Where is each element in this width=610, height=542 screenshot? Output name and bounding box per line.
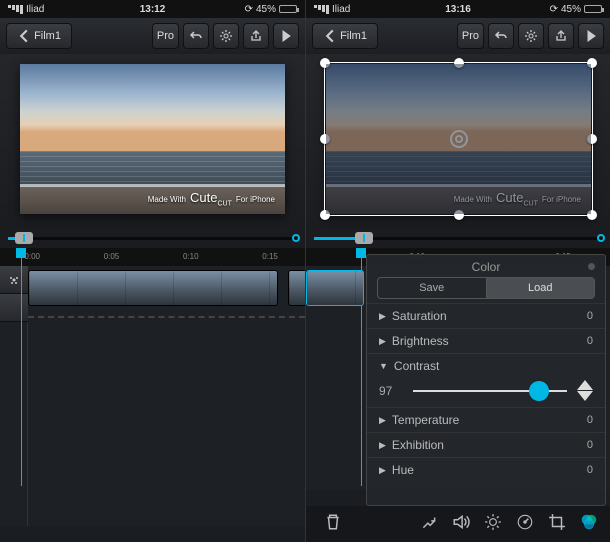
- battery-icon: [584, 5, 602, 13]
- top-toolbar: Film1 Pro: [306, 18, 610, 54]
- param-exhibition[interactable]: ▶Exhibition0: [367, 432, 605, 457]
- clip-2[interactable]: [288, 270, 305, 306]
- scrub-end[interactable]: [597, 234, 605, 242]
- reload-icon: ⟳: [550, 4, 558, 15]
- handle-tr[interactable]: [587, 58, 597, 68]
- clock: 13:12: [140, 4, 166, 15]
- speed-button[interactable]: [516, 513, 534, 536]
- play-button[interactable]: [273, 23, 299, 49]
- time-ruler[interactable]: 0:00 0:05 0:10 0:15: [0, 248, 305, 266]
- reload-icon: ⟳: [245, 4, 253, 15]
- add-track-button[interactable]: [0, 294, 28, 322]
- status-bar: Iliad 13:12 ⟳45%: [0, 0, 305, 18]
- preview-area: Made WithCuteCUTFor iPhone: [306, 54, 610, 228]
- param-brightness[interactable]: ▶Brightness0: [367, 328, 605, 353]
- contrast-slider[interactable]: [413, 390, 567, 392]
- color-panel: Color Save Load ▶Saturation0 ▶Brightness…: [366, 254, 606, 506]
- scrub-knob[interactable]: [355, 232, 373, 244]
- settings-button[interactable]: [518, 23, 544, 49]
- preview[interactable]: Made WithCuteCUTFor iPhone: [20, 64, 285, 214]
- carrier: Iliad: [332, 4, 350, 15]
- handle-tl[interactable]: [320, 58, 330, 68]
- settings-button[interactable]: [213, 23, 239, 49]
- back-button[interactable]: Film1: [6, 23, 72, 49]
- step-up[interactable]: [577, 380, 593, 390]
- clip-selected[interactable]: [306, 270, 364, 306]
- timeline: [0, 266, 305, 526]
- close-dot[interactable]: [588, 263, 595, 270]
- delete-button[interactable]: [324, 513, 342, 536]
- screen-right: Iliad 13:16 ⟳45% Film1 Pro Made WithCute…: [305, 0, 610, 542]
- panel-title: Color: [367, 255, 605, 277]
- handle-ml[interactable]: [320, 134, 330, 144]
- undo-button[interactable]: [488, 23, 514, 49]
- battery-pct: 45%: [256, 4, 276, 15]
- clock: 13:16: [445, 4, 471, 15]
- handle-bl[interactable]: [320, 210, 330, 220]
- preview-area: Made WithCuteCUTFor iPhone: [0, 54, 305, 228]
- battery-icon: [279, 5, 297, 13]
- back-button[interactable]: Film1: [312, 23, 378, 49]
- handle-mr[interactable]: [587, 134, 597, 144]
- scrub-end[interactable]: [292, 234, 300, 242]
- param-contrast[interactable]: ▼Contrast: [367, 353, 605, 378]
- contrast-value: 97: [379, 384, 403, 398]
- scrubber[interactable]: [0, 228, 305, 248]
- param-temperature[interactable]: ▶Temperature0: [367, 407, 605, 432]
- signal-icon: [8, 5, 23, 14]
- param-saturation[interactable]: ▶Saturation0: [367, 303, 605, 328]
- save-load-segment: Save Load: [377, 277, 595, 299]
- load-button[interactable]: Load: [486, 278, 595, 298]
- handle-bm[interactable]: [454, 210, 464, 220]
- watermark: Made WithCuteCUTFor iPhone: [454, 190, 581, 208]
- share-button[interactable]: [548, 23, 574, 49]
- media-browser-button[interactable]: [0, 266, 28, 294]
- handle-br[interactable]: [587, 210, 597, 220]
- screen-left: Iliad 13:12 ⟳45% Film1 Pro Made WithCute…: [0, 0, 305, 542]
- save-button[interactable]: Save: [378, 278, 486, 298]
- color-button[interactable]: [580, 513, 598, 536]
- step-down[interactable]: [577, 391, 593, 401]
- handle-tm[interactable]: [454, 58, 464, 68]
- crop-button[interactable]: [548, 513, 566, 536]
- carrier: Iliad: [26, 4, 44, 15]
- caret-right-icon: ▶: [379, 440, 386, 451]
- track-area[interactable]: [28, 266, 305, 526]
- contrast-slider-row: 97: [367, 378, 605, 407]
- top-toolbar: Film1 Pro: [0, 18, 305, 54]
- clip-1[interactable]: [28, 270, 278, 306]
- bottom-toolbar: [306, 506, 610, 542]
- share-button[interactable]: [243, 23, 269, 49]
- undo-button[interactable]: [183, 23, 209, 49]
- watermark: Made WithCuteCUTFor iPhone: [148, 190, 275, 208]
- slider-knob[interactable]: [529, 381, 549, 401]
- caret-right-icon: ▶: [379, 311, 386, 322]
- battery-pct: 45%: [561, 4, 581, 15]
- pivot-icon[interactable]: [450, 130, 468, 148]
- caret-right-icon: ▶: [379, 465, 386, 476]
- pro-button[interactable]: Pro: [457, 23, 484, 49]
- pro-button[interactable]: Pro: [152, 23, 179, 49]
- signal-icon: [314, 5, 329, 14]
- volume-button[interactable]: [452, 513, 470, 536]
- caret-right-icon: ▶: [379, 336, 386, 347]
- adjust-button[interactable]: [420, 513, 438, 536]
- caret-right-icon: ▶: [379, 415, 386, 426]
- param-hue[interactable]: ▶Hue0: [367, 457, 605, 482]
- preview-selected[interactable]: Made WithCuteCUTFor iPhone: [326, 64, 591, 214]
- scrub-knob[interactable]: [15, 232, 33, 244]
- play-button[interactable]: [578, 23, 604, 49]
- status-bar: Iliad 13:16 ⟳45%: [306, 0, 610, 18]
- caret-down-icon: ▼: [379, 361, 388, 371]
- contrast-stepper: [577, 380, 593, 401]
- scrubber[interactable]: [306, 228, 610, 248]
- brightness-button[interactable]: [484, 513, 502, 536]
